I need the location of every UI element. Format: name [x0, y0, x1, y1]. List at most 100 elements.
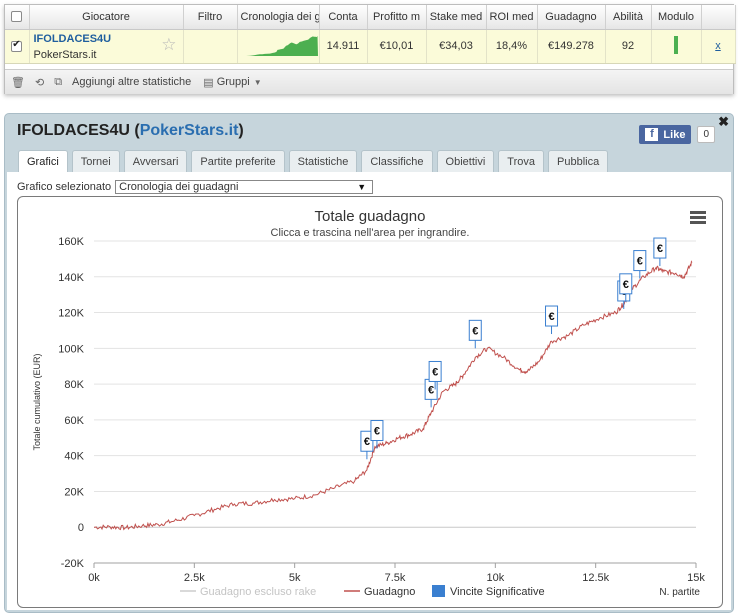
history-sparkline	[241, 35, 318, 56]
panel-title: IFOLDACES4U (PokerStars.it)	[17, 122, 244, 139]
col-header-player[interactable]: Giocatore	[29, 5, 184, 30]
x-tick-label: 10k	[486, 572, 504, 584]
facebook-icon: f	[645, 128, 659, 141]
panel-title-site-link[interactable]: PokerStars.it	[140, 122, 239, 139]
y-tick-label: 140K	[58, 272, 84, 284]
col-header-history[interactable]: Cronologia dei g	[237, 5, 320, 30]
chart-selector-dropdown[interactable]: Cronologia dei guadagni ▼	[115, 180, 374, 194]
select-all-checkbox[interactable]	[5, 5, 30, 30]
x-axis-label: N. partite	[659, 587, 700, 598]
tab-tournaments[interactable]: Tornei	[71, 150, 120, 172]
player-panel: ✖ IFOLDACES4U (PokerStars.it) f Like 0 G…	[4, 113, 734, 613]
remove-player-link[interactable]: x	[715, 40, 721, 52]
y-tick-label: 20K	[64, 486, 84, 498]
col-header-filter[interactable]: Filtro	[183, 5, 238, 30]
y-axis-label: Totale cumulativo (EUR)	[32, 353, 42, 450]
col-header-count[interactable]: Conta	[319, 5, 368, 30]
panel-tabs: Grafici Tornei Avversari Partite preferi…	[18, 150, 612, 172]
legend-label-guadagno: Guadagno	[364, 586, 415, 598]
flag-label: €	[374, 426, 380, 438]
history-sparkline-cell	[237, 29, 320, 64]
flag-label: €	[657, 243, 663, 255]
col-header-ability[interactable]: Abilità	[605, 5, 652, 30]
player-name-link[interactable]: IFOLDACES4U	[34, 33, 179, 45]
favorite-star-icon[interactable]: ☆	[161, 35, 176, 55]
like-count: 0	[697, 126, 715, 143]
chart-subtitle: Clicca e trascina nell'area per ingrandi…	[271, 227, 470, 239]
flag-label: €	[623, 279, 629, 291]
panel-title-player: IFOLDACES4U	[17, 122, 130, 139]
panel-body: Grafico selezionato Cronologia dei guada…	[7, 172, 731, 610]
avg-profit-cell: €10,01	[367, 29, 427, 64]
groups-button[interactable]: Gruppi	[217, 76, 250, 88]
dropdown-arrow-icon[interactable]: ▼	[357, 181, 366, 193]
player-table: Giocatore Filtro Cronologia dei g Conta …	[5, 5, 736, 64]
row-checkbox[interactable]	[5, 29, 30, 64]
y-tick-label: 80K	[64, 379, 84, 391]
facebook-like-widget: f Like 0	[639, 125, 715, 144]
flag-label: €	[432, 366, 438, 378]
x-tick-label: 15k	[687, 572, 705, 584]
tab-opponents[interactable]: Avversari	[123, 150, 188, 172]
table-row[interactable]: IFOLDACES4U PokerStars.it ☆ 14.911 €10,0…	[5, 29, 736, 64]
legend-swatch-flags	[432, 585, 445, 597]
player-cell[interactable]: IFOLDACES4U PokerStars.it ☆	[29, 29, 184, 64]
chart-selector-value: Cronologia dei guadagni	[119, 181, 239, 193]
col-header-winnings[interactable]: Guadagno	[537, 5, 606, 30]
refresh-icon[interactable]: ⟲	[35, 76, 44, 89]
trash-icon[interactable]: 🗑	[11, 76, 25, 89]
y-tick-label: 60K	[64, 415, 84, 427]
x-tick-label: 12.5k	[582, 572, 609, 584]
x-tick-label: 5k	[289, 572, 301, 584]
flag-label: €	[637, 256, 643, 268]
col-header-avg-stake[interactable]: Stake med	[426, 5, 487, 30]
col-header-remove	[701, 5, 736, 30]
chevron-down-icon[interactable]: ▼	[254, 78, 262, 87]
y-tick-label: 0	[78, 522, 84, 534]
grid-toolbar: 🗑 ⟲ ⧉ Aggiungi altre statistiche ▤ Grupp…	[5, 69, 733, 94]
player-site: PokerStars.it	[33, 48, 97, 61]
legend-label-flags: Vincite Significative	[450, 586, 545, 598]
chart-selector-row: Grafico selezionato Cronologia dei guada…	[17, 180, 374, 194]
module-bar	[674, 35, 678, 54]
y-tick-label: 40K	[64, 451, 84, 463]
y-tick-label: -20K	[61, 558, 85, 570]
tab-find[interactable]: Trova	[498, 150, 545, 172]
col-header-avg-roi[interactable]: ROI med	[486, 5, 538, 30]
winnings-cell: €149.278	[537, 29, 606, 64]
facebook-like-button[interactable]: f Like	[639, 125, 692, 144]
tab-statistics[interactable]: Statistiche	[288, 150, 358, 172]
y-tick-label: 160K	[58, 236, 84, 248]
groups-icon[interactable]: ▤	[203, 76, 213, 89]
module-cell	[651, 29, 702, 64]
chart-container[interactable]: Totale guadagno Clicca e trascina nell'ar…	[17, 196, 723, 608]
flag-label: €	[364, 436, 370, 448]
series-line-guadagno	[94, 260, 693, 531]
chart-menu-icon[interactable]	[690, 211, 706, 224]
col-header-module[interactable]: Modulo	[651, 5, 702, 30]
y-tick-label: 100K	[58, 343, 84, 355]
flag-label: €	[428, 384, 434, 396]
add-stats-button[interactable]: Aggiungi altre statistiche	[72, 76, 191, 88]
flag-label: €	[472, 325, 478, 337]
x-tick-label: 0k	[88, 572, 100, 584]
filter-cell	[183, 29, 238, 64]
tab-publish[interactable]: Pubblica	[548, 150, 609, 172]
winnings-chart[interactable]: Totale guadagno Clicca e trascina nell'ar…	[18, 197, 722, 607]
chart-selector-label: Grafico selezionato	[17, 181, 112, 193]
avg-stake-cell: €34,03	[426, 29, 487, 64]
tab-charts[interactable]: Grafici	[18, 150, 68, 172]
add-stats-icon[interactable]: ⧉	[54, 76, 62, 89]
col-header-avg-profit[interactable]: Profitto m	[367, 5, 427, 30]
legend-label-rake: Guadagno escluso rake	[200, 586, 316, 598]
avg-roi-cell: 18,4%	[486, 29, 538, 64]
tab-rankings[interactable]: Classifiche	[361, 150, 433, 172]
sparkline-area	[241, 35, 318, 56]
close-icon[interactable]: ✖	[718, 114, 729, 130]
tab-favorite-games[interactable]: Partite preferite	[191, 150, 285, 172]
count-cell: 14.911	[319, 29, 368, 64]
remove-cell[interactable]: x	[701, 29, 736, 64]
player-grid: Giocatore Filtro Cronologia dei g Conta …	[4, 4, 736, 94]
tab-goals[interactable]: Obiettivi	[436, 150, 495, 172]
x-tick-label: 2.5k	[184, 572, 205, 584]
